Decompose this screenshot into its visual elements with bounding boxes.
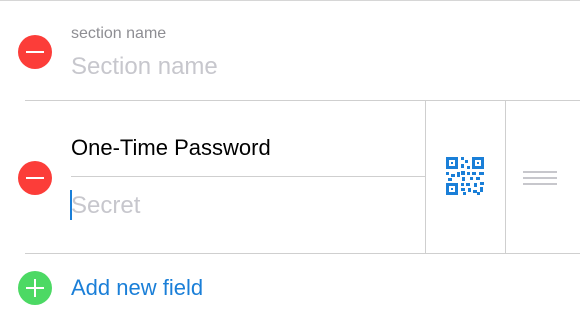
add-new-field-link[interactable]: Add new field	[71, 275, 203, 301]
handle-column-divider	[505, 100, 506, 253]
delete-section-button[interactable]	[18, 35, 52, 69]
section-name-label: section name	[71, 25, 167, 42]
reorder-handle-icon[interactable]	[523, 171, 557, 189]
section-divider	[25, 100, 580, 101]
minus-icon	[26, 51, 44, 53]
section-name-input[interactable]: Section name	[71, 53, 218, 81]
edit-item-screen: section name Section name One-Time Passw…	[0, 0, 580, 320]
qr-code-icon[interactable]	[446, 157, 484, 195]
add-field-button[interactable]	[18, 271, 52, 305]
plus-icon	[34, 279, 36, 297]
minus-icon	[26, 177, 44, 179]
field-inner-divider	[71, 176, 425, 177]
delete-field-button[interactable]	[18, 161, 52, 195]
qr-column-divider	[425, 100, 426, 253]
top-divider	[0, 0, 580, 1]
field-divider	[25, 253, 580, 254]
secret-input[interactable]: Secret	[71, 192, 140, 220]
field-title-input[interactable]: One-Time Password	[71, 135, 271, 161]
